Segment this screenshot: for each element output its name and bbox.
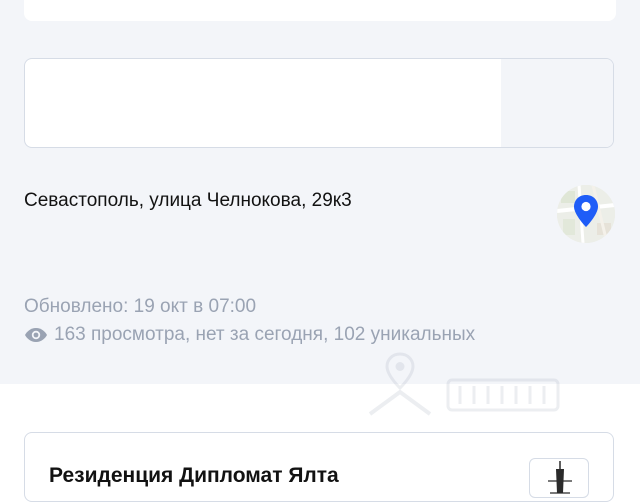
updated-timestamp: Обновлено: 19 окт в 07:00 [24, 296, 257, 317]
listing-details-section: Севастополь, улица Челнокова, 29к3 Обнов… [0, 0, 640, 384]
residential-complex-card[interactable]: Резиденция Дипломат Ялта [24, 432, 614, 502]
cian-watermark-icon [368, 352, 560, 416]
map-pin-icon [557, 185, 615, 243]
residential-complex-name[interactable]: Резиденция Дипломат Ялта [49, 463, 339, 489]
eye-icon [25, 328, 47, 342]
description-scroll-area [501, 59, 613, 147]
building-logo-icon [548, 461, 572, 494]
top-card [24, 0, 616, 21]
listing-address[interactable]: Севастополь, улица Челнокова, 29к3 [24, 189, 352, 213]
views-count-text: 163 просмотра, нет за сегодня, 102 уника… [54, 324, 476, 345]
description-box[interactable] [24, 58, 614, 148]
developer-logo [529, 458, 589, 498]
views-stats: 163 просмотра, нет за сегодня, 102 уника… [24, 323, 475, 347]
map-thumbnail[interactable] [557, 185, 615, 243]
